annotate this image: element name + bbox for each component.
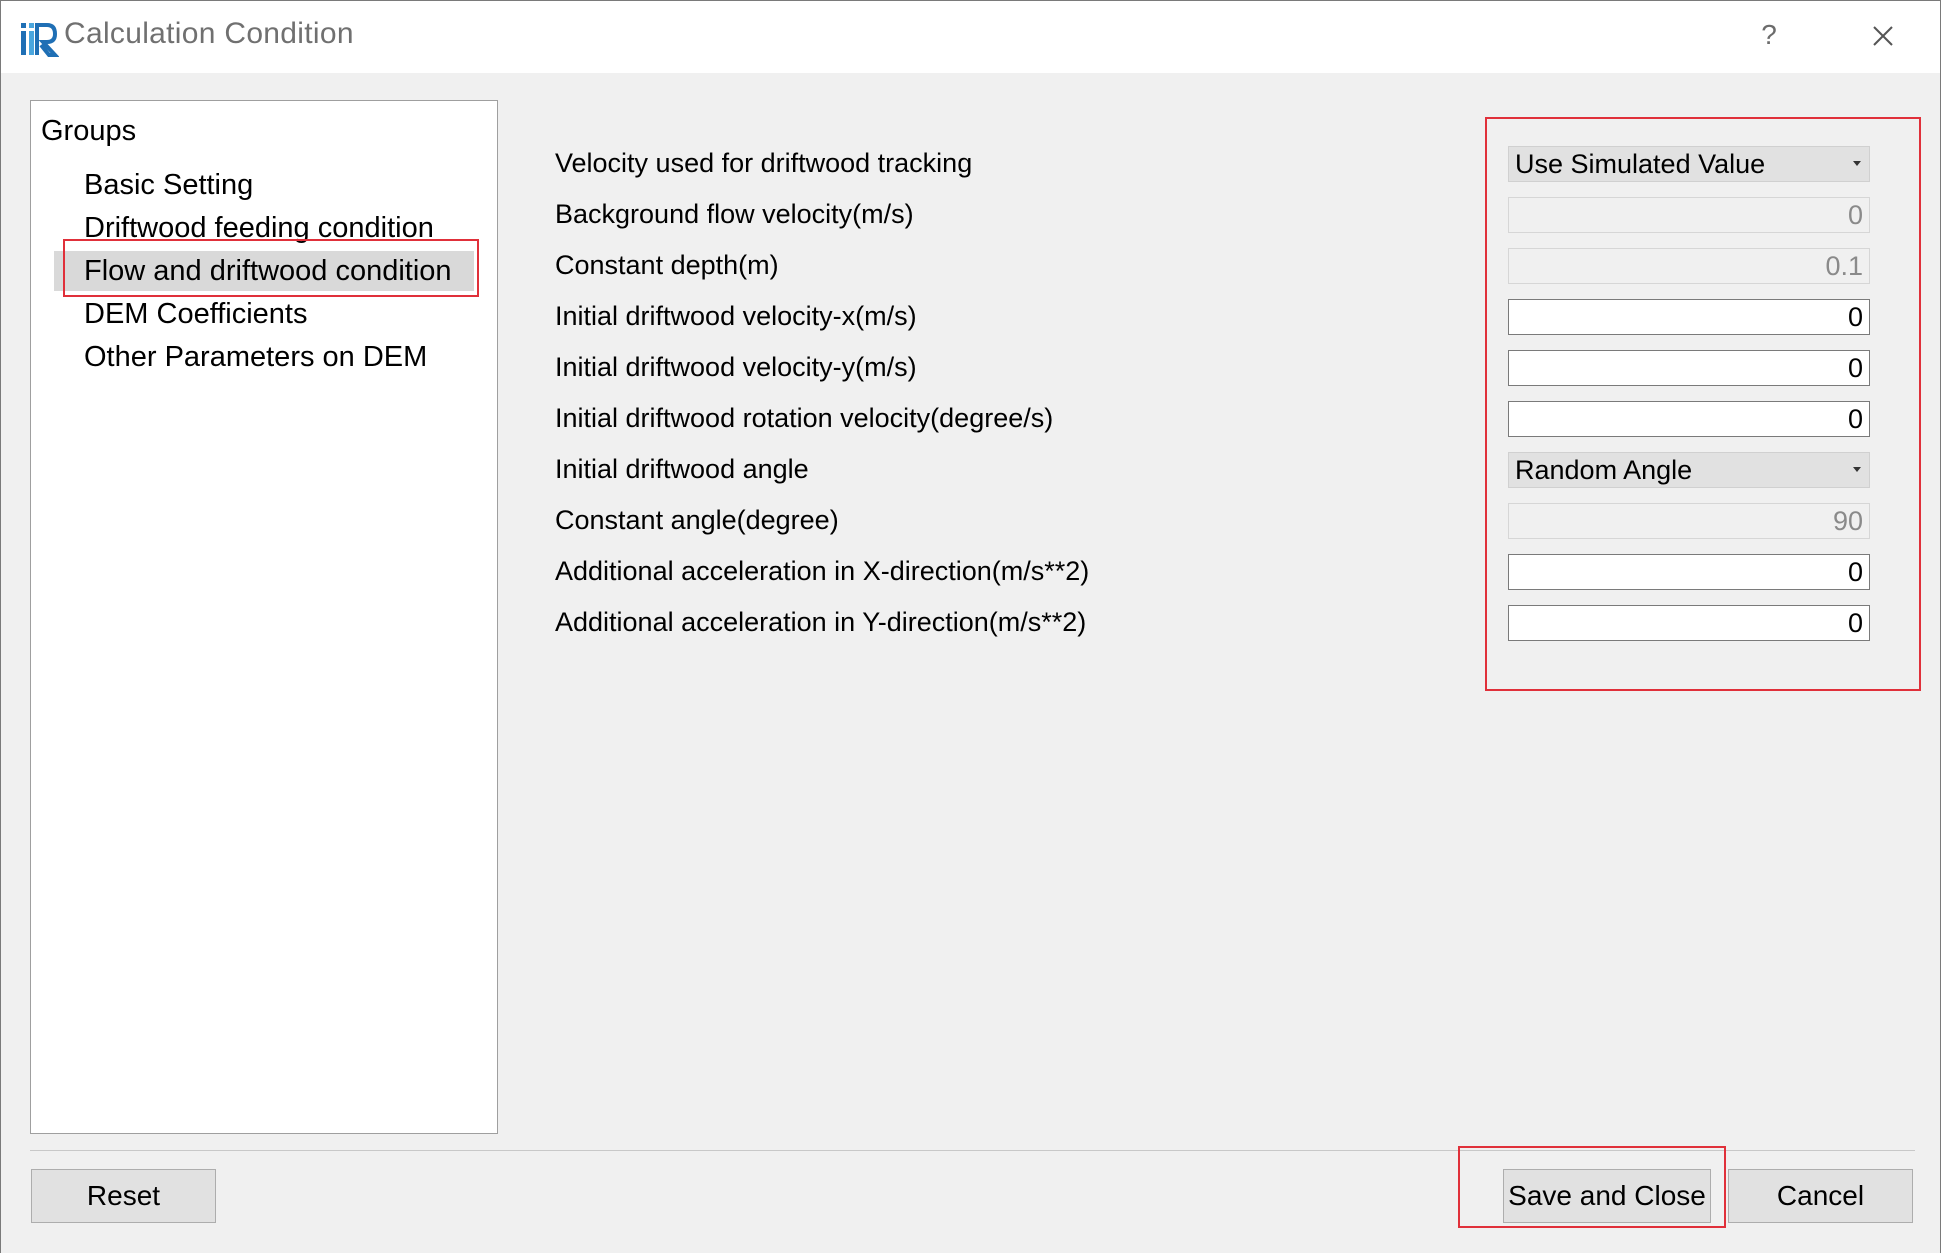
- close-icon[interactable]: [1864, 17, 1902, 55]
- group-item-dem-coefficients[interactable]: DEM Coefficients: [54, 294, 474, 334]
- row-label: Initial driftwood rotation velocity(degr…: [555, 403, 1054, 433]
- iric-logo-icon: [21, 23, 59, 57]
- group-item-other-parameters-dem[interactable]: Other Parameters on DEM: [54, 337, 474, 377]
- group-item-basic-setting[interactable]: Basic Setting: [54, 165, 474, 205]
- row-label: Additional acceleration in Y-direction(m…: [555, 607, 1087, 637]
- save-button-highlight: [1458, 1146, 1726, 1228]
- row-label: Background flow velocity(m/s): [555, 199, 914, 229]
- row-label: Additional acceleration in X-direction(m…: [555, 556, 1090, 586]
- calculation-condition-dialog: Calculation Condition ? Groups Basic Set…: [0, 0, 1941, 1253]
- row-label: Initial driftwood velocity-y(m/s): [555, 352, 917, 382]
- window-title: Calculation Condition: [64, 17, 354, 50]
- fields-highlight: [1485, 117, 1921, 691]
- groups-title: Groups: [41, 115, 137, 147]
- reset-button[interactable]: Reset: [31, 1169, 216, 1223]
- row-label: Constant depth(m): [555, 250, 779, 280]
- cancel-button[interactable]: Cancel: [1728, 1169, 1913, 1223]
- help-button[interactable]: ?: [1751, 17, 1787, 53]
- row-label: Initial driftwood angle: [555, 454, 809, 484]
- row-label: Constant angle(degree): [555, 505, 839, 535]
- selected-group-highlight: [63, 239, 479, 297]
- dialog-client-area: Groups Basic Setting Driftwood feeding c…: [1, 73, 1940, 1253]
- row-label: Velocity used for driftwood tracking: [555, 148, 973, 178]
- title-bar: Calculation Condition ?: [1, 1, 1940, 73]
- row-label: Initial driftwood velocity-x(m/s): [555, 301, 917, 331]
